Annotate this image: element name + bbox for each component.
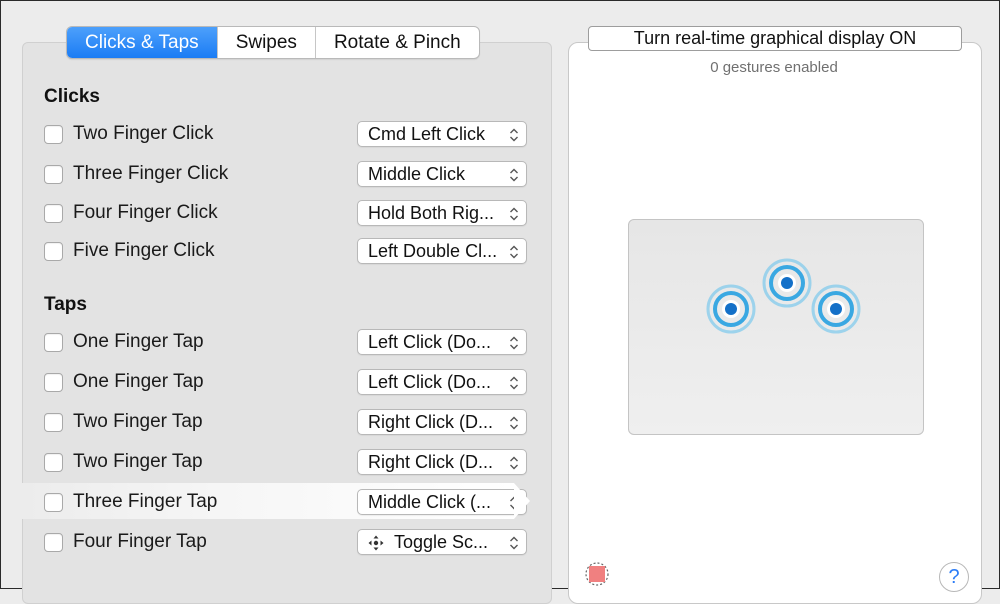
action-select-value: Cmd Left Click — [368, 124, 486, 144]
action-select-value: Middle Click — [368, 164, 466, 184]
gesture-label: Five Finger Click — [73, 240, 215, 261]
stepper-arrows-icon — [510, 245, 518, 259]
gesture-label: Two Finger Tap — [73, 411, 203, 432]
gesture-checkbox[interactable] — [44, 373, 63, 392]
action-select-value: Left Click (Do... — [368, 332, 492, 352]
tab-clicks-taps[interactable]: Clicks & Taps — [67, 27, 218, 58]
trackpad-preview — [628, 219, 924, 435]
tab-rotate-pinch[interactable]: Rotate & Pinch — [316, 27, 479, 58]
stepper-arrows-icon — [510, 128, 518, 142]
gesture-row-one-finger-tap: One Finger Tap Left Click (Do... — [44, 325, 530, 361]
gesture-checkbox[interactable] — [44, 453, 63, 472]
gesture-label: Four Finger Tap — [73, 531, 207, 552]
action-select[interactable]: Left Click (Do... — [357, 369, 527, 395]
action-select-value: Left Double Cl... — [368, 241, 498, 261]
gesture-checkbox[interactable] — [44, 413, 63, 432]
gesture-checkbox[interactable] — [44, 333, 63, 352]
action-select[interactable]: Left Double Cl... — [357, 238, 527, 264]
help-button[interactable]: ? — [939, 562, 969, 592]
gesture-row-five-finger-click: Five Finger Click Left Double Cl... — [44, 234, 530, 270]
stepper-arrows-icon — [510, 207, 518, 221]
touch-point-icon — [762, 258, 812, 308]
gesture-label: Four Finger Click — [73, 202, 218, 223]
action-select-value: Middle Click (... — [368, 492, 492, 512]
action-select[interactable]: Toggle Sc... — [357, 529, 527, 555]
action-select-value: Hold Both Rig... — [368, 203, 495, 223]
touch-point-icon — [706, 284, 756, 334]
stepper-arrows-icon — [510, 168, 518, 182]
gesture-row-three-finger-click: Three Finger Click Middle Click — [44, 157, 530, 193]
action-select[interactable]: Cmd Left Click — [357, 121, 527, 147]
graphical-display-toggle-button[interactable]: Turn real-time graphical display ON — [588, 26, 962, 51]
gesture-label: Three Finger Click — [73, 163, 229, 184]
stepper-arrows-icon — [510, 416, 518, 430]
gesture-row-three-finger-tap[interactable]: Three Finger Tap Middle Click (... — [22, 483, 530, 521]
gesture-checkbox[interactable] — [44, 165, 63, 184]
gesture-row-four-finger-tap: Four Finger Tap Toggle Sc... — [44, 525, 530, 561]
touch-point-icon — [811, 284, 861, 334]
gesture-row-one-finger-tap: One Finger Tap Left Click (Do... — [44, 365, 530, 401]
gesture-label: One Finger Tap — [73, 331, 204, 352]
action-select[interactable]: Hold Both Rig... — [357, 200, 527, 226]
gesture-checkbox[interactable] — [44, 204, 63, 223]
gesture-row-two-finger-tap: Two Finger Tap Right Click (D... — [44, 405, 530, 441]
action-select[interactable]: Left Click (Do... — [357, 329, 527, 355]
gesture-label: Three Finger Tap — [73, 491, 218, 512]
gesture-checkbox[interactable] — [44, 493, 63, 512]
action-select[interactable]: Middle Click (... — [357, 489, 527, 515]
stepper-arrows-icon — [510, 496, 518, 510]
gesture-label: Two Finger Click — [73, 123, 214, 144]
gesture-label: Two Finger Tap — [73, 451, 203, 472]
gesture-checkbox[interactable] — [44, 125, 63, 144]
gesture-checkbox[interactable] — [44, 242, 63, 261]
action-select[interactable]: Right Click (D... — [357, 449, 527, 475]
stepper-arrows-icon — [510, 456, 518, 470]
taps-heading: Taps — [44, 294, 87, 315]
gesture-row-two-finger-tap: Two Finger Tap Right Click (D... — [44, 445, 530, 481]
action-select-value: Left Click (Do... — [368, 372, 492, 392]
gesture-row-two-finger-click: Two Finger Click Cmd Left Click — [44, 117, 530, 153]
stepper-arrows-icon — [510, 376, 518, 390]
gesture-label: One Finger Tap — [73, 371, 204, 392]
action-select-value: Right Click (D... — [368, 412, 494, 432]
record-gesture-icon[interactable] — [584, 562, 610, 586]
tab-bar: Clicks & Taps Swipes Rotate & Pinch — [66, 26, 480, 59]
stepper-arrows-icon — [510, 336, 518, 350]
gesture-row-four-finger-click: Four Finger Click Hold Both Rig... — [44, 196, 530, 232]
stepper-arrows-icon — [510, 536, 518, 550]
move-arrows-icon — [368, 535, 384, 551]
gestures-status-text: 0 gestures enabled — [710, 59, 838, 76]
tab-swipes[interactable]: Swipes — [218, 27, 316, 58]
action-select-value: Toggle Sc... — [394, 532, 489, 552]
clicks-heading: Clicks — [44, 86, 100, 107]
gesture-checkbox[interactable] — [44, 533, 63, 552]
action-select[interactable]: Right Click (D... — [357, 409, 527, 435]
action-select-value: Right Click (D... — [368, 452, 494, 472]
action-select[interactable]: Middle Click — [357, 161, 527, 187]
